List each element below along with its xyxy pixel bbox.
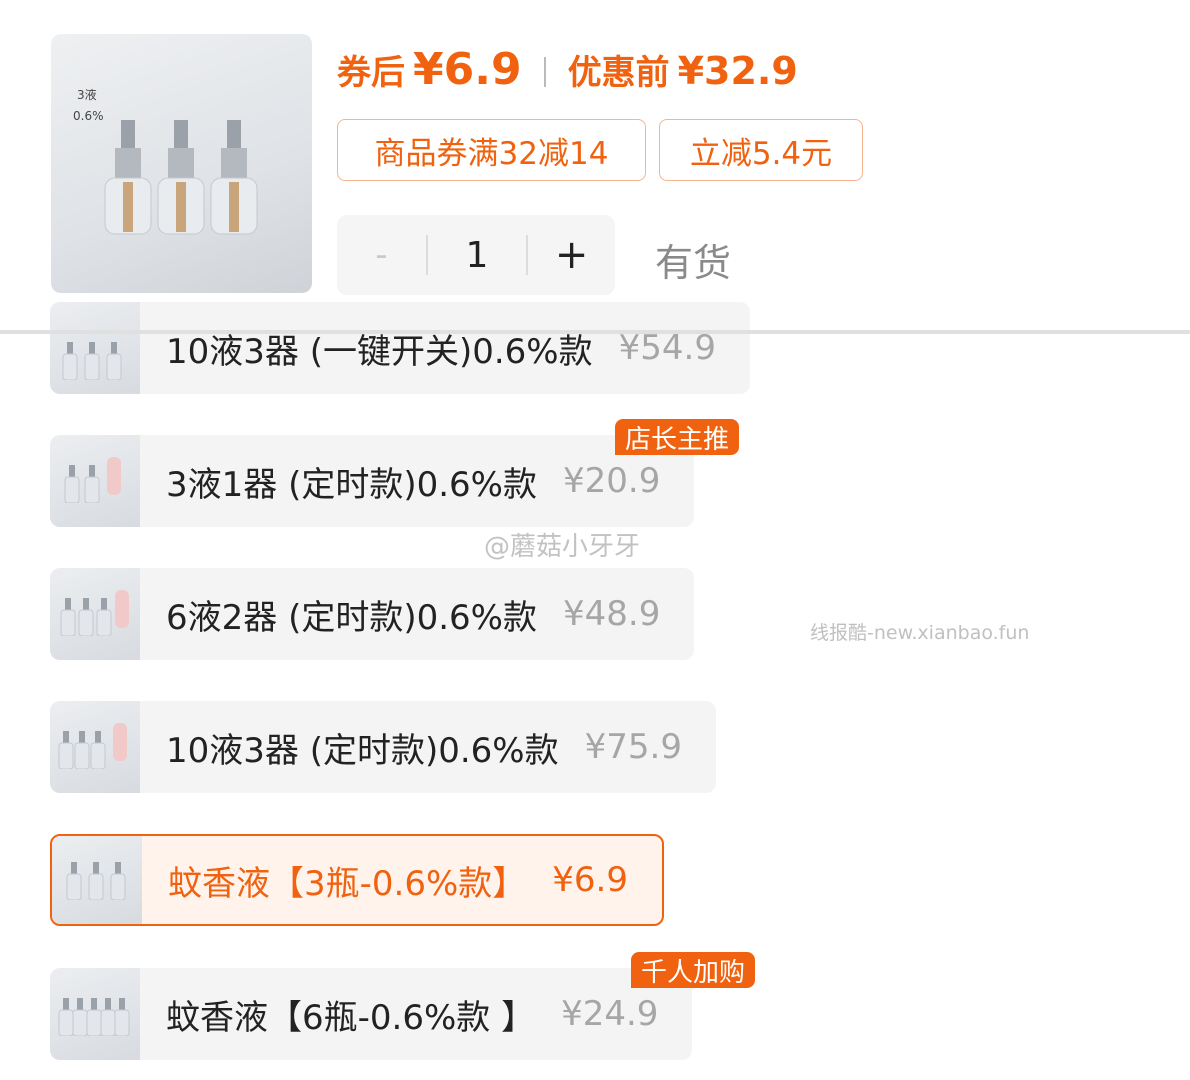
bottle-icon <box>84 342 100 380</box>
sku-price: ¥24.9 <box>561 994 659 1034</box>
bottle-icon <box>114 998 130 1036</box>
bottle-icon <box>74 731 90 769</box>
sku-price: ¥75.9 <box>584 727 682 767</box>
bottle-icon <box>110 862 126 900</box>
bottle-icon <box>96 598 112 636</box>
sku-name: 6液2器 (定时款)0.6%款 <box>166 597 537 638</box>
sku-thumbnail <box>50 968 140 1060</box>
original-price-label: 优惠前 <box>567 53 670 93</box>
sku-badge: 千人加购 <box>631 952 756 988</box>
bottle-icon <box>90 731 106 769</box>
sku-option-selected[interactable]: 蚊香液【3瓶-0.6%款】 ¥6.9 <box>50 834 664 926</box>
sku-name: 蚊香液【3瓶-0.6%款】 <box>168 863 527 904</box>
bottle-icon <box>88 862 104 900</box>
site-watermark: 线报酷-new.xianbao.fun <box>810 622 1030 644</box>
increase-button[interactable]: + <box>528 232 615 278</box>
sku-option[interactable]: 蚊香液【6瓶-0.6%款 】 ¥24.9 <box>50 968 693 1060</box>
bottle-icon <box>62 342 78 380</box>
bottle-icon <box>66 862 82 900</box>
sku-name: 3液1器 (定时款)0.6%款 <box>166 464 537 505</box>
sku-badge: 店长主推 <box>615 419 740 455</box>
bottle-icon <box>84 465 100 503</box>
sku-thumbnail <box>50 302 140 394</box>
sku-thumbnail <box>50 435 140 527</box>
sku-price: ¥54.9 <box>618 328 716 368</box>
bottle-icon <box>104 120 152 235</box>
original-price: ¥32.9 <box>677 49 798 93</box>
stock-status: 有货 <box>655 241 732 285</box>
sku-thumbnail <box>50 568 140 660</box>
sku-thumbnail <box>52 836 142 924</box>
sku-price: ¥6.9 <box>552 860 628 900</box>
sku-price: ¥48.9 <box>562 594 661 634</box>
quantity-input[interactable]: 1 <box>428 235 527 276</box>
bottle-icon <box>58 731 74 769</box>
image-tag-count: 3液 <box>77 88 97 102</box>
quantity-stepper: - 1 + <box>337 215 615 295</box>
device-icon <box>113 723 127 761</box>
sku-option[interactable]: 3液1器 (定时款)0.6%款 ¥20.9 <box>50 435 695 527</box>
weibo-watermark: @蘑菇小牙牙 <box>484 532 641 562</box>
sku-option[interactable]: 6液2器 (定时款)0.6%款 ¥48.9 <box>50 568 695 660</box>
product-main-image[interactable]: 3液 0.6% <box>51 34 312 293</box>
bottle-icon <box>210 120 258 235</box>
sku-option[interactable]: 10液3器 (一键开关)0.6%款 ¥54.9 <box>50 302 750 394</box>
sku-option[interactable]: 10液3器 (定时款)0.6%款 ¥75.9 <box>50 701 716 793</box>
sku-thumbnail <box>50 701 140 793</box>
price-summary: 券后 ¥6.9 优惠前 ¥32.9 <box>337 44 798 100</box>
bottle-icon <box>157 120 205 235</box>
sku-name: 蚊香液【6瓶-0.6%款 】 <box>166 997 536 1038</box>
decrease-button[interactable]: - <box>337 235 426 275</box>
coupon-tag-store[interactable]: 商品券满32减14 <box>337 119 646 181</box>
coupon-price-label: 券后 <box>337 53 405 93</box>
coupon-tag-instant[interactable]: 立减5.4元 <box>659 119 863 181</box>
bottle-icon <box>64 465 80 503</box>
bottle-icon <box>78 598 94 636</box>
price-separator <box>543 57 546 87</box>
coupon-price: ¥6.9 <box>413 44 522 95</box>
sku-name: 10液3器 (定时款)0.6%款 <box>166 730 559 771</box>
sku-price: ¥20.9 <box>562 461 661 501</box>
device-icon <box>107 457 121 495</box>
image-tag-concentration: 0.6% <box>73 109 104 123</box>
bottle-icon <box>106 342 122 380</box>
section-divider <box>0 330 1190 334</box>
device-icon <box>115 590 129 628</box>
bottle-icon <box>60 598 76 636</box>
